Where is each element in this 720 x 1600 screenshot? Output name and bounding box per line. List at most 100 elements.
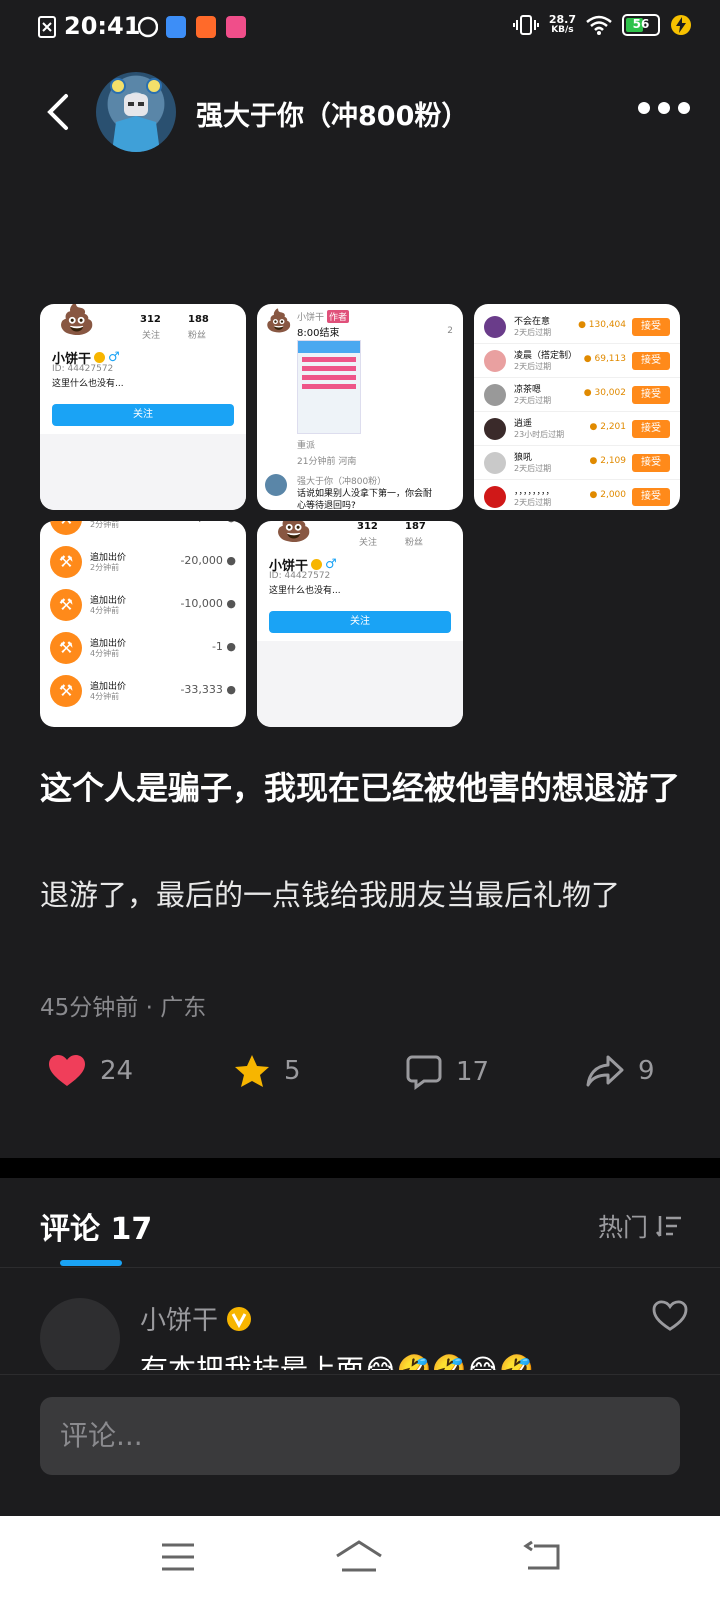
- post-meta: 45分钟前 · 广东: [40, 995, 207, 1021]
- section-divider: [0, 1158, 720, 1178]
- fans-label: 粉丝: [188, 331, 207, 341]
- tab-indicator: [60, 1260, 122, 1266]
- raise-time: 2分钟前: [90, 521, 120, 529]
- comments-header: 评论 17 热门: [0, 1178, 720, 1268]
- bidder-avatar: [484, 384, 506, 406]
- image-thumbnail-2[interactable]: 💩 小饼干 作者 8:00结束 2 重派 21分钟前 河南 强大于你（冲800粉…: [257, 304, 463, 510]
- raise-row: ⚒ 追加出价 4分钟前 -1 ●: [40, 626, 246, 669]
- battery-icon: 56: [622, 14, 660, 36]
- image-thumbnail-1[interactable]: 💩 312 关注 188 粉丝 小饼干 ♂ ID: 44427572 这里什么也…: [40, 304, 246, 510]
- raise-row: ⚒ 追加出价 2分钟前 -20,000 ●: [40, 540, 246, 583]
- gavel-icon: ⚒: [50, 675, 82, 707]
- bidder-name: 逍遥: [514, 419, 533, 429]
- comment-input[interactable]: 评论...: [40, 1397, 680, 1475]
- following-label: 关注: [142, 331, 161, 341]
- accept-button: 接受: [632, 352, 670, 370]
- heart-icon: [49, 1055, 85, 1086]
- star-icon: [235, 1055, 269, 1087]
- profile-bio: 这里什么也没有...: [52, 379, 124, 389]
- gavel-icon: ⚒: [50, 521, 82, 535]
- share-button[interactable]: 9: [586, 1054, 655, 1088]
- reply-avatar: [265, 474, 287, 496]
- bid-expiry: 23小时后过期: [514, 430, 565, 439]
- author-avatar[interactable]: [96, 72, 176, 152]
- image-thumbnail-4[interactable]: ⚒追加出价2分钟前-50,000 ●⚒追加出价2分钟前-20,000 ●⚒追加出…: [40, 521, 246, 727]
- bidder-name: 凌晨（搭定制）: [514, 351, 578, 361]
- comment-bubble-icon: [406, 1055, 442, 1090]
- following-count: 312: [140, 314, 161, 325]
- raise-row: ⚒ 追加出价 4分钟前 -10,000 ●: [40, 583, 246, 626]
- bid-amount: ● 69,113: [583, 354, 626, 364]
- follow-button: 关注: [52, 404, 234, 426]
- raise-amount: -20,000 ●: [180, 554, 236, 567]
- comment-item[interactable]: 小饼干 有本把我挂最上面😂🤣🤣😂🤣: [0, 1290, 720, 1370]
- bid-amount: ● 2,201: [589, 422, 626, 432]
- pink-app-icon: [226, 16, 246, 38]
- bid-row: 不会在意 2天后过期 ● 130,404 接受: [474, 310, 680, 344]
- menu-icon[interactable]: [160, 1542, 196, 1572]
- heart-outline-icon[interactable]: [652, 1300, 688, 1332]
- profile-id: ID: 44427572: [52, 364, 114, 374]
- comment-input-bar: 评论...: [0, 1374, 720, 1516]
- poop-avatar-icon: 💩: [265, 309, 293, 334]
- bid-row: 逍遥 23小时后过期 ● 2,201 接受: [474, 412, 680, 446]
- blue-app-icon: [166, 16, 186, 38]
- clock: 20:41: [64, 12, 141, 40]
- back-nav-icon[interactable]: [522, 1540, 562, 1574]
- raise-amount: -50,000 ●: [180, 521, 236, 524]
- verified-badge-icon: [227, 1306, 252, 1331]
- bidder-avatar: [484, 316, 506, 338]
- commenter-avatar[interactable]: [40, 1298, 120, 1370]
- bid-amount: ● 30,002: [583, 388, 626, 398]
- bid-amount: ● 2,109: [589, 456, 626, 466]
- raise-row: ⚒追加出价2分钟前-50,000 ●: [40, 521, 246, 540]
- sort-selector[interactable]: 热门: [598, 1208, 682, 1244]
- like-count: 24: [100, 1056, 134, 1086]
- bid-expiry: 2天后过期: [514, 464, 552, 473]
- image-thumbnail-3[interactable]: 不会在意 2天后过期 ● 130,404 接受 凌晨（搭定制） 2天后过期 ● 69,113…: [474, 304, 680, 510]
- commenter-name[interactable]: 小饼干: [140, 1300, 252, 1337]
- raise-time: 4分钟前: [90, 692, 120, 701]
- action-bar: 24 5 17 9: [0, 1054, 720, 1104]
- bidder-name: 凉茶嗯: [514, 385, 542, 395]
- post-header: 强大于你（冲800粉）: [0, 66, 720, 156]
- poop-avatar-icon: 💩: [275, 521, 313, 544]
- comment-count: 17: [456, 1057, 490, 1087]
- bid-row: 凉茶嗯 2天后过期 ● 30,002 接受: [474, 378, 680, 412]
- bid-expiry: 2天后过期: [514, 362, 552, 371]
- more-options-icon[interactable]: [638, 102, 690, 114]
- bid-expiry: 2天后过期: [514, 498, 552, 507]
- app-notification-icon: [138, 16, 158, 38]
- bid-amount: ● 130,404: [578, 320, 626, 330]
- bid-row: 狼吼 2天后过期 ● 2,109 接受: [474, 446, 680, 480]
- favorite-button[interactable]: 5: [234, 1054, 301, 1088]
- accept-button: 接受: [632, 454, 670, 472]
- bid-row: ，，，，，，，， 2天后过期 ● 2,000 接受: [474, 480, 680, 510]
- accept-button: 接受: [632, 318, 670, 336]
- comment-text: 有本把我挂最上面😂🤣🤣😂🤣: [140, 1353, 535, 1370]
- raise-time: 4分钟前: [90, 649, 120, 658]
- screenshot-notification-icon: [38, 16, 56, 38]
- like-button[interactable]: 24: [48, 1054, 133, 1088]
- avatar-image: [110, 78, 162, 152]
- author-badge: 作者: [327, 310, 350, 323]
- share-arrow-icon: [586, 1055, 624, 1087]
- home-icon[interactable]: [334, 1538, 384, 1574]
- gavel-icon: ⚒: [50, 546, 82, 578]
- raise-time: 4分钟前: [90, 606, 120, 615]
- gavel-icon: ⚒: [50, 589, 82, 621]
- image-thumbnail-5[interactable]: 💩 312 关注 187 粉丝 小饼干 ♂ ID: 44427572 这里什么也…: [257, 521, 463, 727]
- poop-avatar-icon: 💩: [58, 304, 96, 337]
- back-arrow-icon[interactable]: [40, 92, 76, 132]
- page-title[interactable]: 强大于你（冲800粉）: [196, 94, 468, 133]
- gavel-icon: ⚒: [50, 632, 82, 664]
- verified-badge-icon: [311, 559, 323, 570]
- raise-row: ⚒ 追加出价 4分钟前 -33,333 ●: [40, 669, 246, 712]
- network-speed: 28.7 KB/s: [548, 13, 576, 35]
- vibrate-icon: [512, 15, 539, 35]
- tab-comments[interactable]: 评论 17: [40, 1204, 152, 1248]
- fans-count: 188: [188, 314, 209, 325]
- bid-amount: ● 2,000: [589, 490, 626, 500]
- comment-button[interactable]: 17: [406, 1054, 489, 1090]
- wifi-icon: [586, 15, 612, 35]
